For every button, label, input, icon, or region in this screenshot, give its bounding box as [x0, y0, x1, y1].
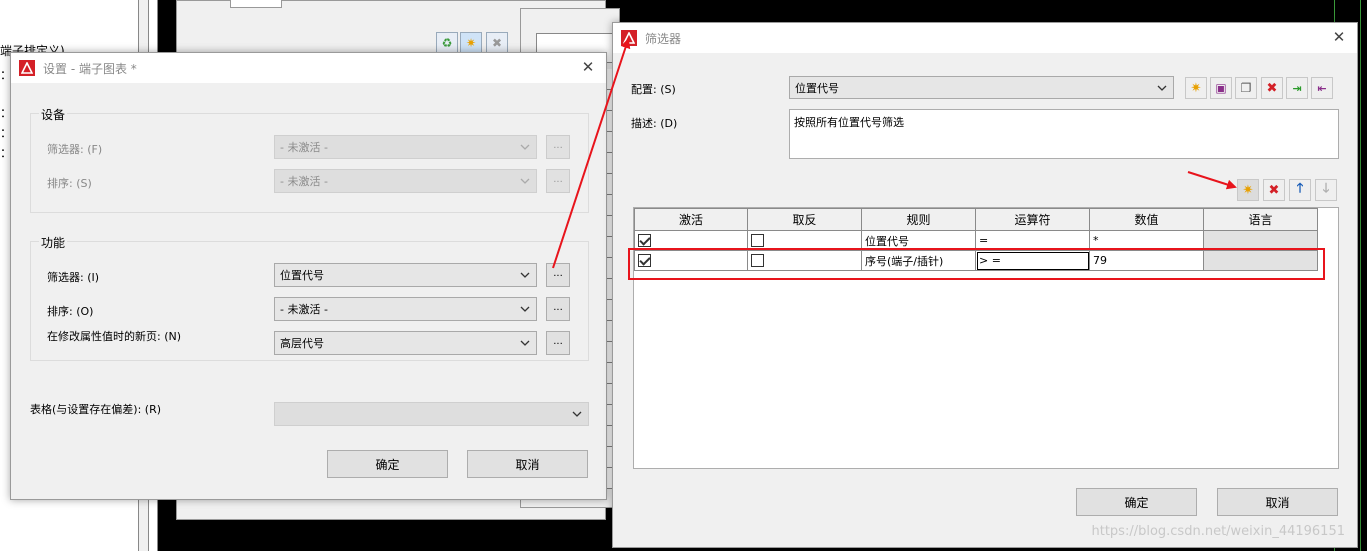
- copy-icon[interactable]: ❐: [1235, 77, 1257, 99]
- filter-title: 筛选器: [645, 31, 682, 46]
- active-checkbox[interactable]: [638, 254, 651, 268]
- active-cell[interactable]: [634, 230, 748, 251]
- watermark: https://blog.csdn.net/weixin_44196151: [1091, 524, 1345, 539]
- delete-icon: ✖: [486, 32, 508, 54]
- filter-rules-grid: 激活 取反 规则 运算符 数值 语言 位置代号 = * 序号(端子/插针) > …: [633, 207, 1339, 469]
- table-select[interactable]: [274, 402, 589, 426]
- operator-cell[interactable]: =: [975, 230, 1090, 251]
- config-value: 位置代号: [795, 81, 839, 95]
- function-filter-value: 位置代号: [280, 269, 324, 282]
- chevron-down-icon: [520, 178, 530, 184]
- value-cell[interactable]: 79: [1089, 250, 1204, 271]
- export-icon[interactable]: ⇤: [1311, 77, 1333, 99]
- config-label: 配置: (S): [631, 83, 676, 96]
- device-group-title: 设备: [39, 106, 68, 123]
- negate-cell[interactable]: [747, 230, 862, 251]
- function-sort-select[interactable]: - 未激活 -: [274, 297, 537, 321]
- config-select[interactable]: 位置代号: [789, 76, 1174, 99]
- negate-checkbox[interactable]: [751, 254, 764, 268]
- delete-config-icon[interactable]: ✖: [1261, 77, 1283, 99]
- import-icon[interactable]: ⇥: [1286, 77, 1308, 99]
- function-filter-select[interactable]: 位置代号: [274, 263, 537, 287]
- negate-cell[interactable]: [747, 250, 862, 271]
- table-row[interactable]: 序号(端子/插针) > = 79: [634, 250, 1318, 271]
- filter-cancel-button[interactable]: 取消: [1217, 488, 1338, 516]
- settings-dialog: 设置 - 端子图表 * ✕ 设备 筛选器: (F) - 未激活 - ... 排序…: [10, 52, 607, 500]
- settings-cancel-button[interactable]: 取消: [467, 450, 588, 478]
- move-up-icon[interactable]: 🡑: [1289, 179, 1311, 201]
- function-newpage-label: 在修改属性值时的新页: (N): [47, 330, 182, 343]
- operator-cell[interactable]: > =: [975, 250, 1090, 271]
- function-sort-label: 排序: (O): [47, 305, 94, 318]
- description-field[interactable]: 按照所有位置代号筛选: [789, 109, 1339, 159]
- function-group-title: 功能: [39, 234, 68, 251]
- device-group: 设备: [30, 106, 589, 213]
- col-header-negate[interactable]: 取反: [747, 208, 862, 231]
- canvas-line: [1360, 0, 1361, 551]
- device-filter-value: - 未激活 -: [280, 141, 328, 154]
- chevron-down-icon: [520, 272, 530, 278]
- new-config-icon[interactable]: ✷: [1185, 77, 1207, 99]
- language-cell: [1203, 230, 1318, 251]
- function-sort-browse-button[interactable]: ...: [546, 297, 570, 321]
- table-row[interactable]: 位置代号 = *: [634, 230, 1318, 251]
- function-newpage-browse-button[interactable]: ...: [546, 331, 570, 355]
- grid-header-row: 激活 取反 规则 运算符 数值 语言: [634, 208, 1318, 231]
- settings-title: 设置 - 端子图表 *: [43, 61, 137, 76]
- active-cell[interactable]: [634, 250, 748, 271]
- function-filter-label: 筛选器: (I): [47, 271, 100, 284]
- close-icon[interactable]: ✕: [580, 59, 596, 75]
- description-label: 描述: (D): [631, 117, 678, 130]
- settings-ok-button[interactable]: 确定: [327, 450, 448, 478]
- new-icon: ✷: [460, 32, 482, 54]
- negate-checkbox[interactable]: [751, 234, 764, 248]
- move-down-icon[interactable]: 🡓: [1315, 179, 1337, 201]
- function-filter-browse-button[interactable]: ...: [546, 263, 570, 287]
- col-header-active[interactable]: 激活: [634, 208, 748, 231]
- col-header-value[interactable]: 数值: [1089, 208, 1204, 231]
- settings-titlebar[interactable]: 设置 - 端子图表 * ✕: [11, 53, 606, 83]
- chevron-down-icon: [520, 306, 530, 312]
- device-filter-label: 筛选器: (F): [47, 143, 103, 156]
- active-checkbox[interactable]: [638, 234, 651, 248]
- eplan-app-icon: [19, 60, 35, 76]
- chevron-down-icon: [572, 411, 582, 417]
- chevron-down-icon: [1157, 85, 1167, 91]
- save-icon[interactable]: ▣: [1210, 77, 1232, 99]
- rule-cell[interactable]: 位置代号: [861, 230, 976, 251]
- chevron-down-icon: [520, 340, 530, 346]
- col-header-rule[interactable]: 规则: [861, 208, 976, 231]
- filter-ok-button[interactable]: 确定: [1076, 488, 1197, 516]
- function-sort-value: - 未激活 -: [280, 303, 328, 316]
- language-cell: [1203, 250, 1318, 271]
- filter-titlebar[interactable]: 筛选器 ✕: [613, 23, 1357, 53]
- col-header-language[interactable]: 语言: [1203, 208, 1318, 231]
- col-header-operator[interactable]: 运算符: [975, 208, 1090, 231]
- value-cell[interactable]: *: [1089, 230, 1204, 251]
- function-newpage-value: 高层代号: [280, 337, 324, 350]
- device-sort-select[interactable]: - 未激活 -: [274, 169, 537, 193]
- close-icon[interactable]: ✕: [1331, 29, 1347, 45]
- table-label: 表格(与设置存在偏差): (R): [30, 403, 162, 416]
- background-tab: [230, 0, 282, 8]
- delete-rule-icon[interactable]: ✖: [1263, 179, 1285, 201]
- eplan-app-icon: [621, 30, 637, 46]
- device-sort-label: 排序: (S): [47, 177, 92, 190]
- device-sort-value: - 未激活 -: [280, 175, 328, 188]
- filter-dialog: 筛选器 ✕ 配置: (S) 位置代号 ✷ ▣ ❐ ✖ ⇥ ⇤ 描述: (D) 按…: [612, 22, 1358, 548]
- chevron-down-icon: [520, 144, 530, 150]
- device-filter-select[interactable]: - 未激活 -: [274, 135, 537, 159]
- new-rule-icon[interactable]: ✷: [1237, 179, 1259, 201]
- device-filter-browse-button[interactable]: ...: [546, 135, 570, 159]
- rule-cell[interactable]: 序号(端子/插针): [861, 250, 976, 271]
- function-newpage-select[interactable]: 高层代号: [274, 331, 537, 355]
- device-sort-browse-button[interactable]: ...: [546, 169, 570, 193]
- refresh-icon: ♻: [436, 32, 458, 54]
